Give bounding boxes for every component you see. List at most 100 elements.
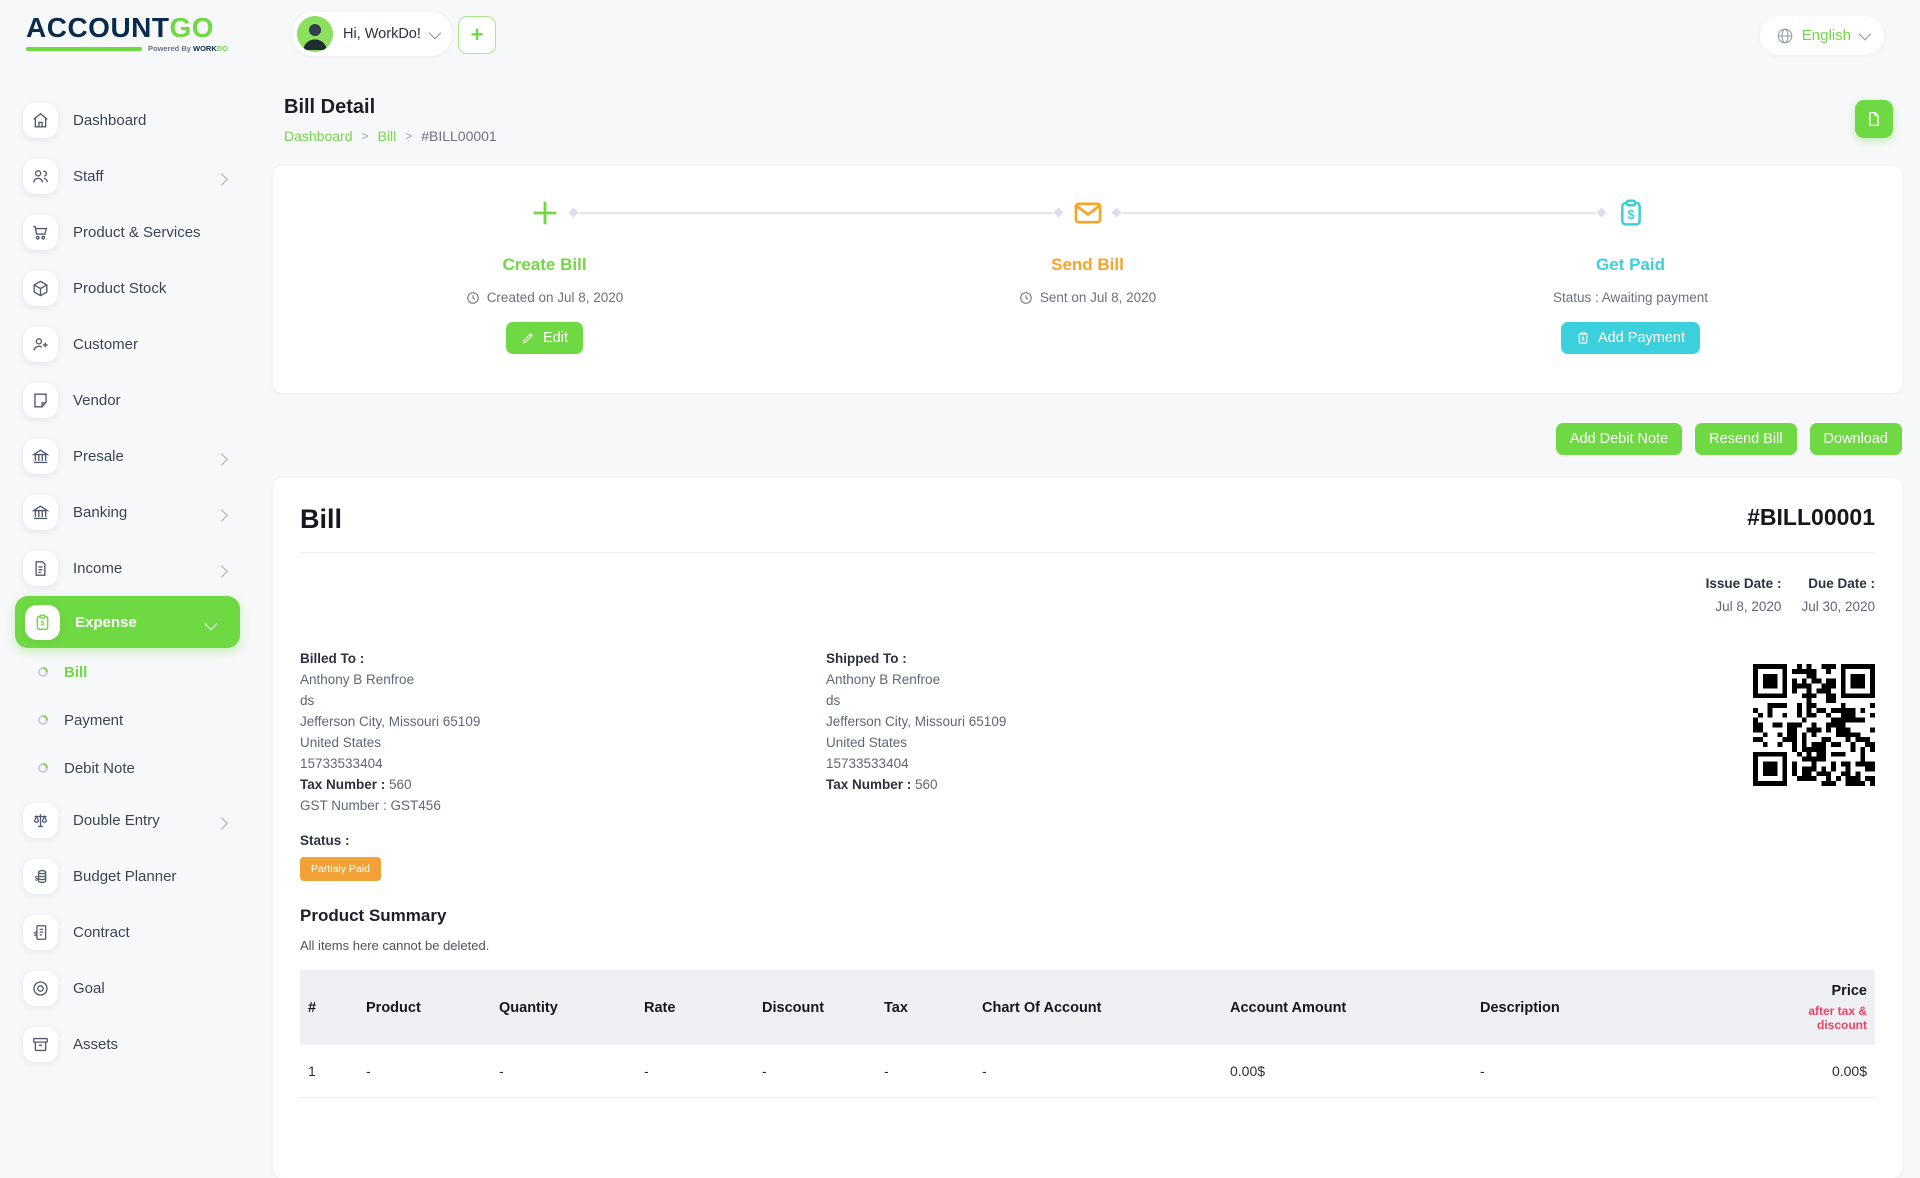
- sidebar-item-label: Product & Services: [73, 224, 201, 241]
- file-icon: [1865, 110, 1883, 128]
- resend-bill-button[interactable]: Resend Bill: [1695, 423, 1796, 455]
- language-label: English: [1802, 27, 1851, 44]
- issue-date: Issue Date : Jul 8, 2020: [1706, 576, 1782, 614]
- bullet-ring-icon: [36, 665, 50, 679]
- product-summary-table: # Product Quantity Rate Discount Tax Cha…: [300, 970, 1875, 1098]
- chevron-down-icon: [205, 617, 214, 635]
- page-title: Bill Detail: [284, 96, 1902, 119]
- sidebar-item-budget-planner[interactable]: $ Budget Planner: [0, 848, 252, 904]
- sidebar-item-label: Product Stock: [73, 280, 166, 297]
- user-menu[interactable]: Hi, WorkDo!: [292, 12, 452, 56]
- scales-icon: [23, 803, 58, 838]
- bullet-ring-icon: [36, 761, 50, 775]
- cube-icon: [23, 271, 58, 306]
- sidebar-item-vendor[interactable]: Vendor: [0, 372, 252, 428]
- plus-icon: [528, 194, 562, 232]
- bill-document-card: Bill #BILL00001 Issue Date : Jul 8, 2020…: [273, 478, 1902, 1178]
- chevron-right-icon: [217, 507, 226, 525]
- download-button[interactable]: Download: [1810, 423, 1903, 455]
- clock-icon: [466, 291, 480, 305]
- contract-icon: $: [23, 915, 58, 950]
- step-title: Get Paid: [1596, 255, 1665, 275]
- export-document-button[interactable]: [1855, 100, 1893, 138]
- sidebar-subitem-payment[interactable]: Payment: [0, 696, 252, 744]
- edit-button[interactable]: Edit: [506, 322, 583, 354]
- user-plus-icon: [23, 327, 58, 362]
- pencil-icon: [521, 331, 535, 345]
- table-header-row: # Product Quantity Rate Discount Tax Cha…: [300, 970, 1875, 1045]
- sidebar-item-contract[interactable]: $ Contract: [0, 904, 252, 960]
- sidebar-item-label: Goal: [73, 980, 105, 997]
- globe-icon: [1776, 27, 1794, 45]
- sidebar-item-label: Banking: [73, 504, 127, 521]
- sidebar-subitem-debit-note[interactable]: Debit Note: [0, 744, 252, 792]
- sidebar-item-product-stock[interactable]: Product Stock: [0, 260, 252, 316]
- divider: [300, 552, 1875, 553]
- home-icon: [23, 103, 58, 138]
- svg-text:$: $: [33, 931, 37, 938]
- sidebar-item-customer[interactable]: Customer: [0, 316, 252, 372]
- chevron-down-icon: [428, 26, 441, 39]
- add-button[interactable]: +: [458, 16, 496, 54]
- sidebar-item-product-services[interactable]: Product & Services: [0, 204, 252, 260]
- product-summary-title: Product Summary: [300, 906, 446, 926]
- breadcrumb: Dashboard > Bill > #BILL00001: [284, 128, 1902, 144]
- sidebar-item-label: Staff: [73, 168, 104, 185]
- breadcrumb-current: #BILL00001: [421, 128, 497, 144]
- document-icon: [23, 551, 58, 586]
- accountgo-logo[interactable]: ACCOUNTGO Powered By WORKDO: [26, 13, 228, 53]
- sidebar: Dashboard Staff Product & Services Produ…: [0, 72, 252, 1080]
- qr-code: [1753, 664, 1875, 786]
- workflow-step-send-bill: Send Bill Sent on Jul 8, 2020: [816, 166, 1359, 393]
- bill-number: #BILL00001: [1747, 504, 1875, 531]
- mail-icon: [1071, 194, 1105, 232]
- product-summary-note: All items here cannot be deleted.: [300, 938, 489, 953]
- chevron-right-icon: [217, 451, 226, 469]
- col-chart-of-account: Chart Of Account: [974, 970, 1222, 1045]
- col-tax: Tax: [876, 970, 974, 1045]
- sidebar-item-label: Double Entry: [73, 812, 160, 829]
- add-payment-button[interactable]: $ Add Payment: [1561, 322, 1700, 354]
- sidebar-item-staff[interactable]: Staff: [0, 148, 252, 204]
- col-discount: Discount: [754, 970, 876, 1045]
- chevron-down-icon: [1859, 28, 1872, 41]
- sidebar-item-dashboard[interactable]: Dashboard: [0, 92, 252, 148]
- sidebar-item-label: Expense: [75, 614, 137, 631]
- sidebar-subitem-label: Bill: [64, 664, 87, 681]
- plus-icon: +: [471, 24, 484, 46]
- workflow-step-create-bill: Create Bill Created on Jul 8, 2020 Edit: [273, 166, 816, 393]
- price-note: after tax & discount: [1768, 1004, 1867, 1032]
- language-selector[interactable]: English: [1760, 16, 1884, 55]
- sidebar-item-label: Customer: [73, 336, 138, 353]
- clipboard-icon: $: [1576, 331, 1590, 345]
- sidebar-item-expense[interactable]: $ Expense: [15, 596, 240, 648]
- sidebar-item-assets[interactable]: Assets: [0, 1016, 252, 1072]
- add-debit-note-button[interactable]: Add Debit Note: [1556, 423, 1682, 455]
- users-icon: [23, 159, 58, 194]
- sidebar-item-banking[interactable]: Banking: [0, 484, 252, 540]
- sidebar-subitem-bill[interactable]: Bill: [0, 648, 252, 696]
- sidebar-item-label: Presale: [73, 448, 124, 465]
- svg-text:$: $: [1582, 337, 1585, 343]
- sidebar-subitem-label: Debit Note: [64, 760, 135, 777]
- breadcrumb-bill[interactable]: Bill: [378, 128, 397, 144]
- powered-by-label: Powered By WORKDO: [148, 44, 228, 53]
- bill-status: Status : Partialy Paid: [300, 833, 381, 881]
- sidebar-item-presale[interactable]: Presale: [0, 428, 252, 484]
- sidebar-item-double-entry[interactable]: Double Entry: [0, 792, 252, 848]
- sidebar-item-goal[interactable]: Goal: [0, 960, 252, 1016]
- breadcrumb-dashboard[interactable]: Dashboard: [284, 128, 353, 144]
- sidebar-item-label: Dashboard: [73, 112, 146, 129]
- col-index: #: [300, 970, 358, 1045]
- sidebar-item-income[interactable]: Income: [0, 540, 252, 596]
- shipped-to-block: Shipped To : Anthony B Renfroe ds Jeffer…: [826, 648, 1352, 816]
- breadcrumb-separator: >: [405, 129, 412, 143]
- table-row: 1 - - - - - - 0.00$ - 0.00$: [300, 1045, 1875, 1098]
- chevron-right-icon: [217, 815, 226, 833]
- bill-doc-title: Bill: [300, 504, 342, 535]
- svg-text:$: $: [35, 875, 39, 882]
- logo-text: ACCOUNTGO: [26, 13, 228, 43]
- step-caption: Created on Jul 8, 2020: [466, 290, 624, 305]
- step-title: Create Bill: [502, 255, 586, 275]
- cart-icon: [23, 215, 58, 250]
